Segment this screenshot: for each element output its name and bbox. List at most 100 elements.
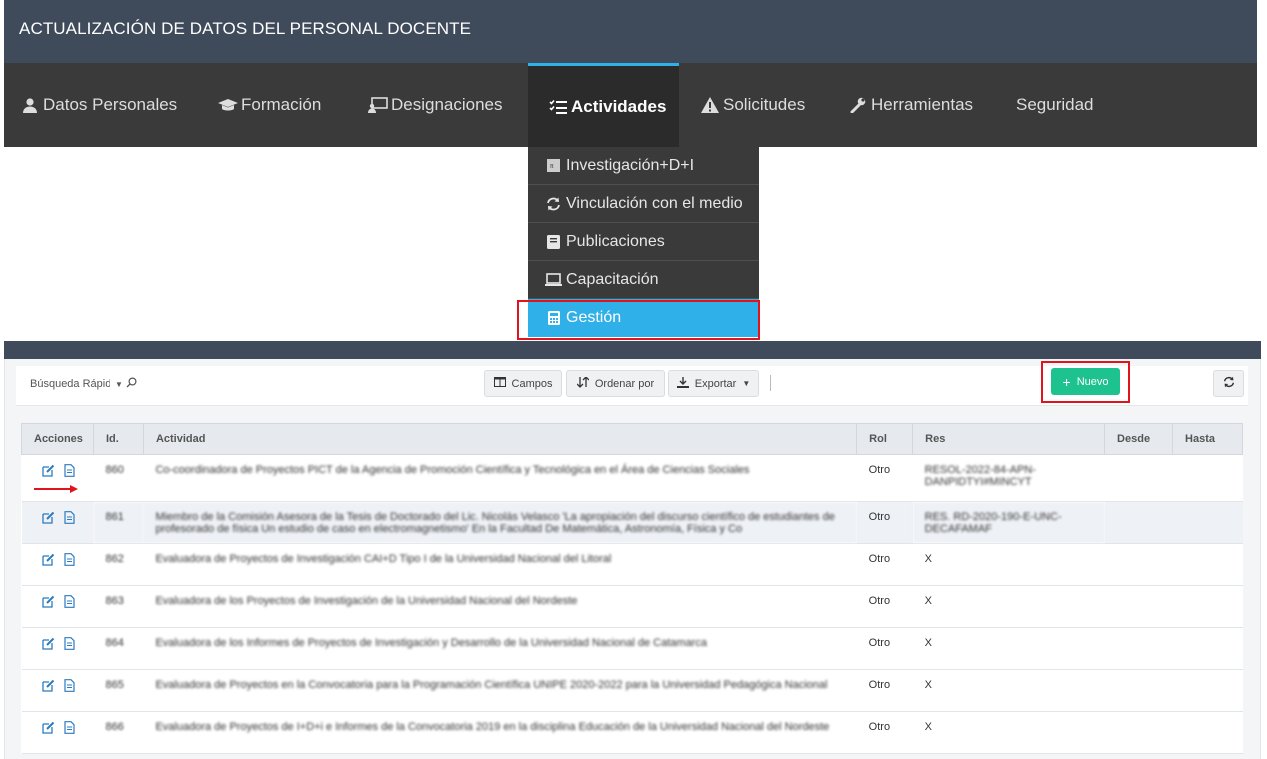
user-icon bbox=[20, 97, 40, 113]
menu-item-investigacion[interactable]: π Investigación+D+I bbox=[528, 147, 759, 185]
col-id[interactable]: Id. bbox=[92, 423, 144, 455]
edit-icon[interactable] bbox=[41, 595, 55, 611]
row-desde bbox=[1104, 543, 1173, 586]
laptop-icon bbox=[545, 272, 562, 287]
app-title: ACTUALIZACIÓN DE DATOS DEL PERSONAL DOCE… bbox=[19, 19, 472, 38]
document-icon[interactable] bbox=[63, 595, 75, 611]
table-row[interactable]: 863 Evaluadora de los Proyectos de Inves… bbox=[21, 585, 1243, 628]
table-row[interactable]: 866 Evaluadora de Proyectos de I+D+i e I… bbox=[21, 711, 1243, 754]
nav-label: Solicitudes bbox=[723, 95, 806, 114]
menu-item-vinculacion[interactable]: Vinculación con el medio bbox=[528, 185, 759, 223]
ordenar-button[interactable]: Ordenar por bbox=[566, 370, 665, 397]
row-hasta bbox=[1172, 627, 1243, 670]
main-nav: Datos Personales Formación Designaciones… bbox=[4, 63, 1257, 147]
row-hasta bbox=[1172, 711, 1243, 754]
menu-item-label: Vinculación con el medio bbox=[566, 194, 743, 212]
nav-label: Seguridad bbox=[1016, 95, 1094, 114]
row-res: X bbox=[912, 543, 1105, 586]
row-actions bbox=[21, 543, 94, 586]
exportar-button[interactable]: Exportar ▼ bbox=[668, 370, 759, 397]
warning-icon bbox=[700, 97, 720, 113]
col-desde[interactable]: Desde bbox=[1104, 423, 1174, 455]
row-desde bbox=[1104, 627, 1173, 670]
wrench-icon bbox=[848, 97, 868, 113]
col-acciones[interactable]: Acciones bbox=[21, 423, 94, 455]
document-icon[interactable] bbox=[63, 464, 75, 480]
edit-icon[interactable] bbox=[41, 511, 55, 527]
table-row[interactable]: 862 Evaluadora de Proyectos de Investiga… bbox=[21, 543, 1243, 586]
row-rol: Otro bbox=[856, 454, 913, 502]
actividades-dropdown: π Investigación+D+I Vinculación con el m… bbox=[528, 147, 759, 337]
edit-icon[interactable] bbox=[41, 553, 55, 569]
col-actividad[interactable]: Actividad bbox=[142, 423, 858, 455]
search-icon bbox=[126, 377, 137, 391]
row-hasta bbox=[1172, 669, 1243, 712]
menu-item-label: Publicaciones bbox=[566, 232, 665, 250]
edit-icon[interactable] bbox=[41, 721, 55, 737]
row-actions bbox=[21, 501, 94, 544]
col-hasta[interactable]: Hasta bbox=[1172, 423, 1243, 455]
row-actividad-text: Miembro de la Comisión Asesora de la Tes… bbox=[155, 511, 835, 535]
document-icon[interactable] bbox=[63, 679, 75, 695]
edit-icon[interactable] bbox=[41, 637, 55, 653]
table-row[interactable]: 861 Miembro de la Comisión Asesora de la… bbox=[21, 501, 1243, 544]
table-row[interactable]: 865 Evaluadora de Proyectos en la Convoc… bbox=[21, 669, 1243, 712]
graduation-cap-icon bbox=[218, 97, 238, 113]
document-icon[interactable] bbox=[63, 553, 75, 569]
row-actividad: Evaluadora de los Informes de Proyectos … bbox=[143, 627, 857, 670]
nav-formacion[interactable]: Formación bbox=[218, 63, 321, 147]
row-actividad: Evaluadora de Proyectos de I+D+i e Infor… bbox=[143, 711, 857, 754]
nav-seguridad[interactable]: Seguridad bbox=[1016, 63, 1094, 147]
row-hasta bbox=[1172, 454, 1243, 502]
activities-table: Acciones Id. Actividad Rol Res Desde Has… bbox=[21, 423, 1243, 754]
nav-label: Formación bbox=[241, 95, 322, 114]
row-desde bbox=[1104, 711, 1173, 754]
col-res[interactable]: Res bbox=[912, 423, 1106, 455]
caret-down-icon: ▼ bbox=[742, 379, 751, 388]
table-row[interactable]: 860 Co-coordinadora de Proyectos PICT de… bbox=[21, 454, 1243, 502]
columns-icon bbox=[493, 377, 506, 390]
row-res: X bbox=[912, 711, 1105, 754]
menu-item-gestion[interactable]: Gestión bbox=[528, 299, 759, 337]
nav-solicitudes[interactable]: Solicitudes bbox=[700, 63, 805, 147]
menu-item-publicaciones[interactable]: Publicaciones bbox=[528, 223, 759, 261]
row-res: RES. RD-2020-190-E-UNC-DECAFAMAF bbox=[912, 501, 1105, 544]
row-actions bbox=[21, 627, 94, 670]
nav-datos-personales[interactable]: Datos Personales bbox=[20, 63, 177, 147]
nav-herramientas[interactable]: Herramientas bbox=[848, 63, 973, 147]
edit-icon[interactable] bbox=[41, 464, 55, 480]
nuevo-button[interactable]: + Nuevo bbox=[1051, 368, 1120, 395]
row-rol: Otro bbox=[856, 501, 913, 544]
menu-item-capacitacion[interactable]: Capacitación bbox=[528, 261, 759, 299]
row-desde bbox=[1104, 669, 1173, 712]
row-rol: Otro bbox=[856, 711, 913, 754]
col-rol[interactable]: Rol bbox=[856, 423, 914, 455]
annotation-arrow-icon bbox=[34, 485, 78, 493]
flask-icon: π bbox=[545, 159, 562, 172]
nav-designaciones[interactable]: Designaciones bbox=[368, 63, 503, 147]
refresh-button[interactable] bbox=[1213, 370, 1244, 397]
plus-icon: + bbox=[1062, 373, 1071, 390]
menu-item-label: Gestión bbox=[566, 309, 622, 326]
table-row[interactable]: 864 Evaluadora de los Informes de Proyec… bbox=[21, 627, 1243, 670]
row-rol: Otro bbox=[856, 627, 913, 670]
document-icon[interactable] bbox=[63, 721, 75, 737]
row-actividad: Evaluadora de Proyectos en la Convocator… bbox=[143, 669, 857, 712]
row-hasta bbox=[1172, 501, 1243, 544]
edit-icon[interactable] bbox=[41, 679, 55, 695]
campos-button[interactable]: Campos bbox=[484, 370, 562, 397]
panel-header-bar bbox=[4, 341, 1261, 359]
document-icon[interactable] bbox=[63, 511, 75, 527]
nav-label: Datos Personales bbox=[43, 95, 178, 114]
row-res: X bbox=[912, 585, 1105, 628]
download-icon bbox=[676, 376, 689, 391]
toolbar-divider bbox=[770, 375, 771, 391]
nav-actividades[interactable]: Actividades bbox=[528, 63, 679, 147]
row-actions bbox=[21, 454, 94, 502]
nav-label: Designaciones bbox=[391, 95, 503, 114]
ordenar-label: Ordenar por bbox=[594, 377, 655, 390]
presentation-icon bbox=[368, 97, 388, 113]
quick-search[interactable]: Búsqueda Rápida ▼ bbox=[16, 372, 140, 396]
document-icon[interactable] bbox=[63, 637, 75, 653]
row-hasta bbox=[1172, 543, 1243, 586]
